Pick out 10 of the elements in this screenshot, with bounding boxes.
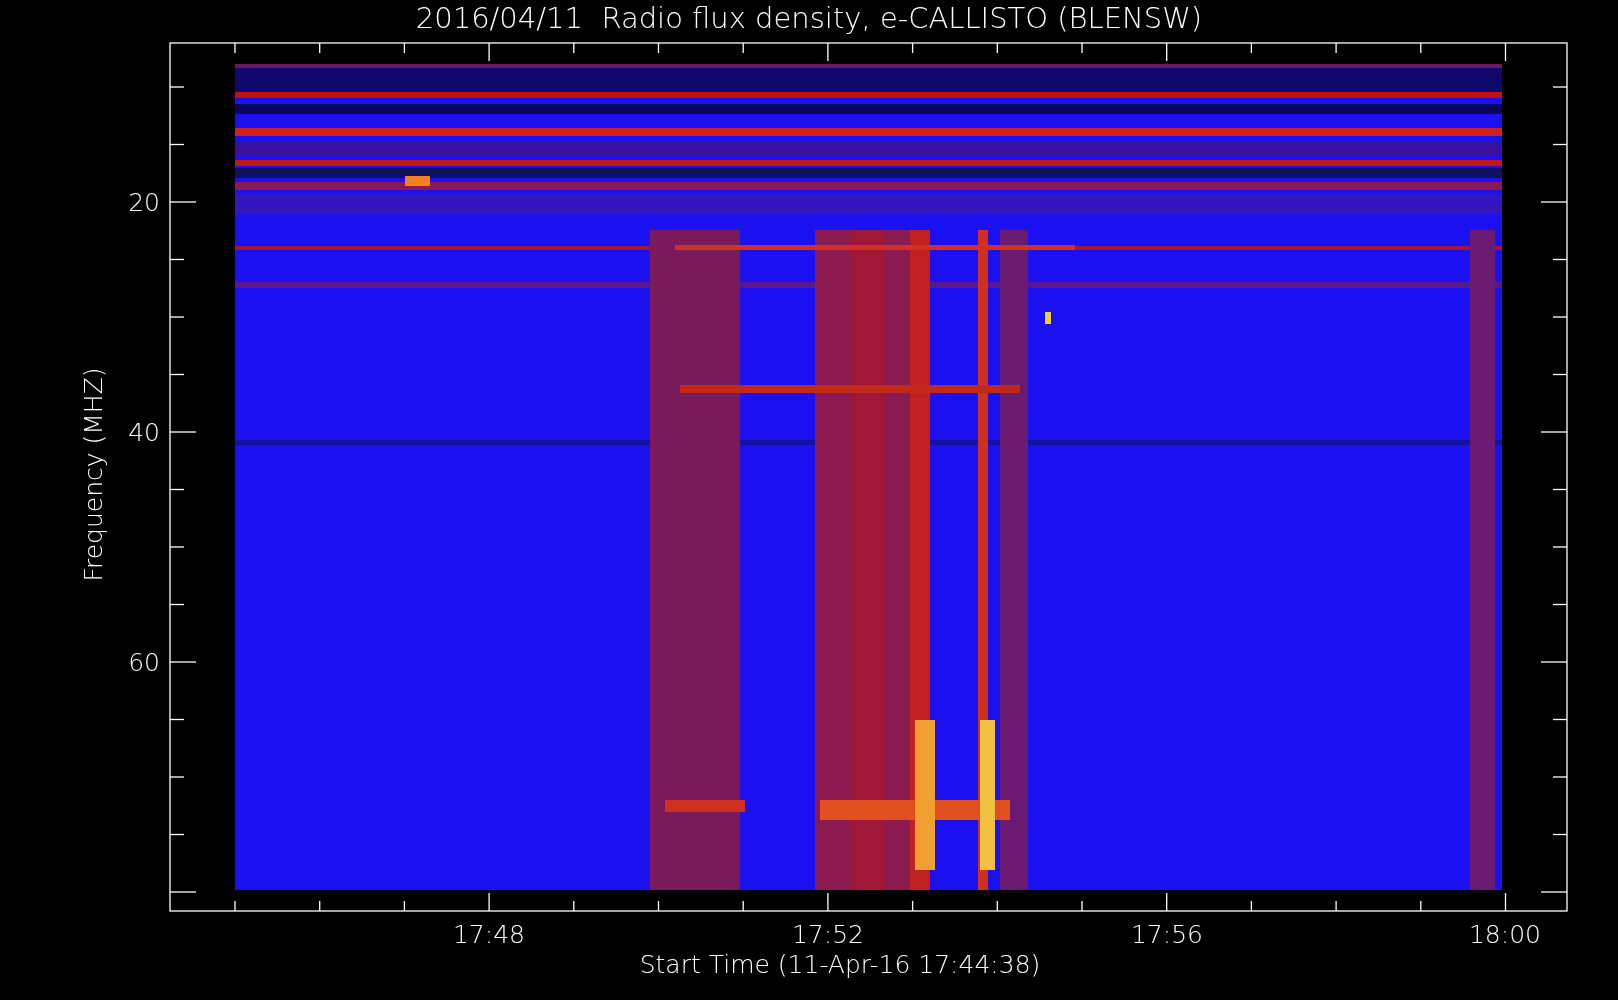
x-tick-label: 18:00 [1467, 922, 1542, 947]
y-tick-label: 60 [127, 650, 160, 675]
x-tick-label: 17:52 [790, 922, 865, 947]
y-tick-label: 20 [127, 190, 160, 215]
x-tick-label: 17:48 [451, 922, 526, 947]
x-axis-title: Start Time (11-Apr-16 17:44:38) [638, 952, 1042, 977]
x-tick-label: 17:56 [1129, 922, 1204, 947]
y-tick-label: 40 [127, 420, 160, 445]
y-axis-title: Frequency (MHZ) [80, 366, 106, 584]
chart-title: 2016/04/11 Radio flux density, e-CALLISTO (BLENSW) [414, 4, 1204, 33]
